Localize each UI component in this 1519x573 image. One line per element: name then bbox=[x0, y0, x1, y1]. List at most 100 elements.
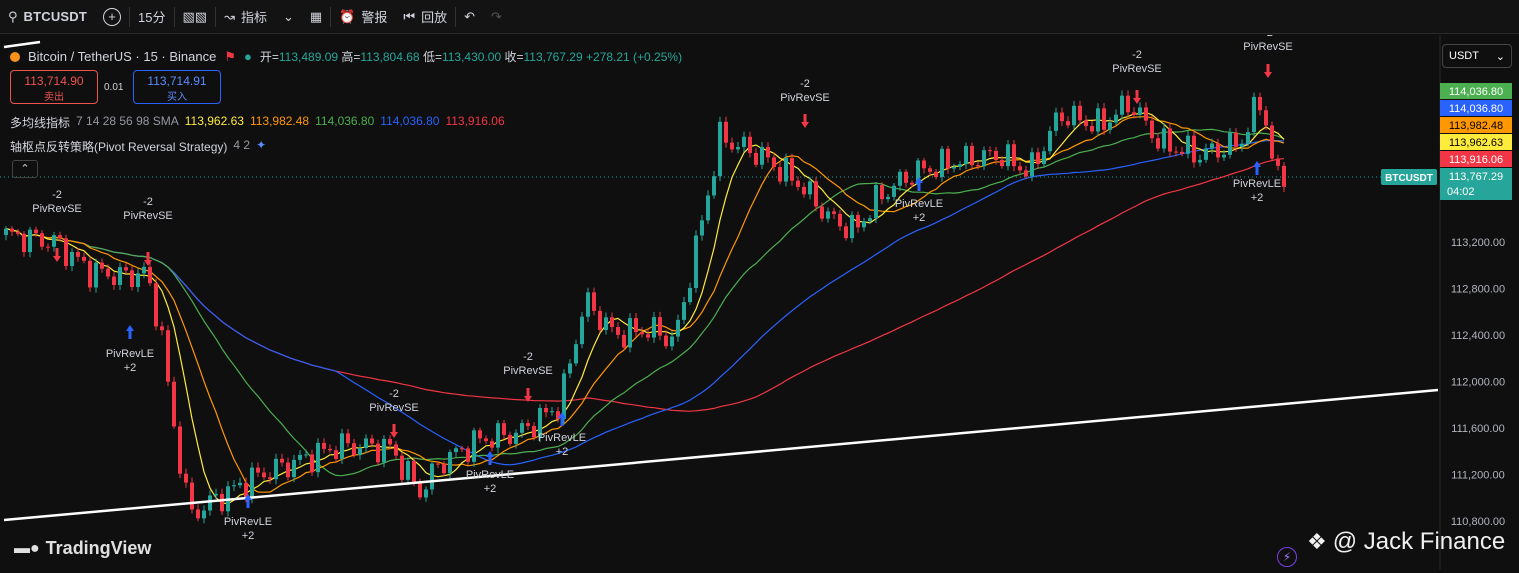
symbol-name: BTCUSDT bbox=[23, 9, 88, 24]
long-arrow-icon bbox=[1253, 161, 1261, 175]
candle-body bbox=[1144, 107, 1148, 121]
candle-body bbox=[1126, 95, 1130, 113]
high-label: 高= bbox=[341, 50, 361, 64]
signal-label: PivRevLE bbox=[224, 516, 272, 528]
candle-body bbox=[28, 229, 32, 253]
candle-body bbox=[1012, 144, 1016, 167]
candle-body bbox=[262, 472, 266, 478]
candle-body bbox=[766, 147, 770, 158]
candle-body bbox=[214, 493, 218, 496]
candle-body bbox=[1276, 158, 1280, 166]
alert-button[interactable]: ⏰ 警报 bbox=[331, 0, 395, 34]
ohlc-values: 开=113,489.09 高=113,804.68 低=113,430.00 收… bbox=[260, 48, 682, 65]
candle-body bbox=[610, 317, 614, 328]
candle-body bbox=[316, 442, 320, 473]
candle-body bbox=[1216, 143, 1220, 158]
signal-qty: -2 bbox=[800, 78, 810, 90]
undo-button[interactable]: ↶ bbox=[456, 0, 483, 34]
chart-legend: Bitcoin / TetherUS · 15 · Binance ⚑ ● 开=… bbox=[10, 48, 682, 65]
symbol-search[interactable]: ⚲ BTCUSDT bbox=[0, 0, 95, 34]
price-tick-label: 112,800.00 bbox=[1451, 284, 1505, 296]
candle-body bbox=[790, 158, 794, 181]
tradingview-logo-text: TradingView bbox=[45, 538, 152, 558]
compare-button[interactable]: + bbox=[95, 0, 129, 34]
signal-label: PivRevSE bbox=[1112, 63, 1162, 75]
candle-body bbox=[772, 157, 776, 168]
replay-button[interactable]: ⏮ 回放 bbox=[395, 0, 455, 34]
candle-body bbox=[934, 171, 938, 178]
high-value: 113,804.68 bbox=[360, 50, 420, 64]
candle-body bbox=[844, 226, 848, 239]
signal-qty: -2 bbox=[1132, 49, 1142, 61]
candle-body bbox=[178, 426, 182, 474]
candle-body bbox=[1006, 144, 1010, 167]
ma56-value: 114,036.80 bbox=[380, 114, 440, 128]
candle-body bbox=[718, 121, 722, 177]
candle-body bbox=[712, 176, 716, 196]
candle-body bbox=[508, 434, 512, 444]
candle-body bbox=[526, 423, 530, 427]
sell-button[interactable]: 113,714.90 卖出 bbox=[10, 70, 98, 104]
candle-body bbox=[784, 158, 788, 182]
short-arrow-icon bbox=[390, 424, 398, 438]
currency-select[interactable]: USDT ⌄ bbox=[1442, 44, 1512, 68]
candle-body bbox=[298, 454, 302, 460]
candle-body bbox=[382, 438, 386, 463]
signal-label: PivRevSE bbox=[1243, 41, 1293, 53]
candle-body bbox=[1246, 132, 1250, 144]
redo-button[interactable]: ↷ bbox=[483, 0, 510, 34]
candle-body bbox=[868, 218, 872, 222]
chart-type-button[interactable]: ▧▧ bbox=[175, 0, 216, 34]
interval-button[interactable]: 15分 bbox=[130, 0, 173, 34]
ma-price-badge-text: 114,036.80 bbox=[1449, 86, 1503, 98]
buy-button[interactable]: 113,714.91 买入 bbox=[133, 70, 221, 104]
tradingview-logo[interactable]: ▬● TradingView bbox=[14, 538, 151, 559]
candle-body bbox=[1078, 105, 1082, 121]
signal-label: PivRevSE bbox=[32, 203, 82, 215]
templates-dropdown[interactable]: ⌄ bbox=[275, 0, 302, 34]
candle-body bbox=[976, 165, 980, 167]
candle-body bbox=[820, 206, 824, 219]
rewind-icon: ⏮ bbox=[403, 8, 416, 24]
candle-body bbox=[802, 186, 806, 195]
ma-indicator-legend[interactable]: 多均线指标 7 14 28 56 98 SMA 113,962.63 113,9… bbox=[10, 114, 505, 131]
candle-body bbox=[130, 270, 134, 288]
candle-body bbox=[1150, 120, 1154, 139]
lightning-icon[interactable]: ⚡ bbox=[1277, 547, 1297, 567]
ma28-line bbox=[5, 128, 1285, 477]
candle-body bbox=[286, 462, 290, 478]
price-tick-label: 111,200.00 bbox=[1451, 470, 1504, 482]
indicators-button[interactable]: ↝ 指标 bbox=[216, 0, 275, 34]
candle-body bbox=[706, 195, 710, 221]
candle-body bbox=[106, 268, 110, 277]
signal-label: PivRevSE bbox=[780, 92, 830, 104]
candle-body bbox=[238, 482, 242, 486]
tradingview-logo-icon: ▬● bbox=[14, 539, 40, 557]
candle-body bbox=[1084, 120, 1088, 127]
candle-body bbox=[1030, 152, 1034, 177]
candle-body bbox=[862, 221, 866, 228]
candle-body bbox=[652, 317, 656, 338]
candle-body bbox=[64, 238, 68, 266]
candle-body bbox=[112, 276, 116, 285]
pivot-strategy-legend[interactable]: 轴枢点反转策略(Pivot Reversal Strategy) 4 2 ✦ bbox=[10, 138, 266, 155]
candle-body bbox=[1192, 135, 1196, 163]
signal-qty: -2 bbox=[389, 388, 399, 400]
collapse-legend-button[interactable]: ⌃ bbox=[12, 160, 38, 178]
change-value: +278.21 (+0.25%) bbox=[586, 50, 683, 64]
watermark-text: @ Jack Finance bbox=[1332, 528, 1506, 555]
ma14-line bbox=[5, 116, 1285, 493]
price-axis[interactable]: 113,200.00 112,800.00 112,400.00 112,000.00… bbox=[1381, 35, 1519, 570]
candle-body bbox=[1234, 132, 1238, 147]
low-label: 低= bbox=[422, 50, 442, 64]
candle-body bbox=[208, 495, 212, 511]
price-tick-label: 112,000.00 bbox=[1451, 377, 1505, 389]
candle-body bbox=[490, 441, 494, 448]
candle-body bbox=[826, 211, 830, 219]
layout-button[interactable]: ▦ bbox=[302, 0, 330, 34]
search-icon: ⚲ bbox=[8, 8, 18, 24]
candle-body bbox=[358, 448, 362, 456]
candle-body bbox=[1096, 108, 1100, 132]
candle-body bbox=[202, 510, 206, 519]
candle-body bbox=[190, 482, 194, 510]
